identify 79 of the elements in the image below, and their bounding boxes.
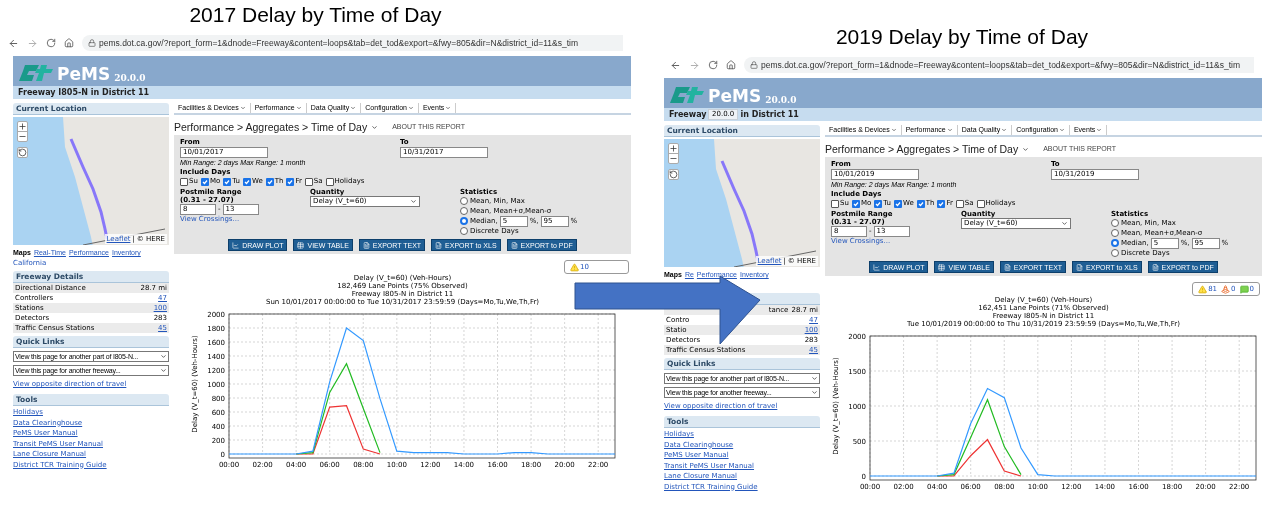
checkbox[interactable] <box>955 199 964 208</box>
reset-icon[interactable] <box>17 147 28 158</box>
checkbox[interactable] <box>893 199 902 208</box>
logo-icon <box>19 63 53 83</box>
checkbox[interactable] <box>874 199 883 208</box>
radio-button[interactable] <box>1111 229 1119 237</box>
caret-icon[interactable] <box>1022 146 1030 153</box>
breadcrumb-title: Performance > Aggregates > Time of Day <box>825 141 1019 157</box>
checkbox[interactable] <box>286 177 295 186</box>
caret-icon <box>1096 127 1103 133</box>
caret-icon <box>946 127 953 133</box>
breadcrumb-title: Performance > Aggregates > Time of Day <box>174 119 368 135</box>
checkbox[interactable] <box>831 199 839 208</box>
freeway-heading: Freeway <box>669 108 707 121</box>
chevron-down-icon <box>410 198 417 205</box>
caret-icon <box>1058 127 1065 133</box>
badge-icon <box>1221 284 1231 294</box>
slide-title: 2017 Delay by Time of Day <box>188 2 443 28</box>
badge-icon <box>1198 284 1208 294</box>
button-icon <box>938 263 946 271</box>
reset-icon[interactable] <box>668 169 679 180</box>
button-icon <box>510 241 518 249</box>
checkbox[interactable] <box>976 199 985 208</box>
radio-button[interactable] <box>460 227 468 235</box>
address-bar[interactable]: pems.dot.ca.gov/?report_form=1&dnode=Freeway&content=loops&tab=det_tod&export=&fwy=805&dir=N&district_id=11&s_tim <box>744 57 1254 73</box>
caret-icon <box>1001 127 1008 133</box>
radio-button[interactable] <box>1111 219 1119 227</box>
checkbox[interactable] <box>937 199 946 208</box>
site-version: 20.0.0 <box>765 95 797 105</box>
button-icon <box>1151 263 1159 271</box>
site-name: PeMS <box>57 65 111 83</box>
radio-button[interactable] <box>1111 239 1119 247</box>
site-name: PeMS <box>708 87 762 105</box>
radio-button[interactable] <box>460 207 468 215</box>
zoom-in-icon[interactable] <box>669 144 678 153</box>
slide-title: 2019 Delay by Time of Day <box>834 24 1090 50</box>
checkbox[interactable] <box>265 177 274 186</box>
address-bar[interactable]: pems.dot.ca.gov/?report_form=1&dnode=Freeway&content=loops&tab=det_tod&export=&fwy=805&dir=N&district_id=11&s_tim <box>82 35 623 51</box>
zoom-in-icon[interactable] <box>18 122 27 131</box>
button-icon <box>232 241 240 249</box>
reload-icon[interactable] <box>46 38 56 48</box>
radio-button[interactable] <box>460 197 468 205</box>
checkbox[interactable] <box>304 177 313 186</box>
button-icon <box>1076 263 1084 271</box>
logo-icon <box>670 85 704 105</box>
radio-button[interactable] <box>460 217 468 225</box>
caret-icon <box>445 105 452 111</box>
radio-button[interactable] <box>1111 249 1119 257</box>
checkbox[interactable] <box>200 177 209 186</box>
freeway-heading: in District 11 <box>740 108 799 121</box>
button-icon <box>1003 263 1011 271</box>
caret-icon <box>295 105 302 111</box>
home-icon[interactable] <box>64 38 74 48</box>
lock-icon <box>88 39 96 47</box>
button-icon <box>435 241 443 249</box>
caret-icon <box>890 127 897 133</box>
caret-icon <box>350 105 357 111</box>
checkbox[interactable] <box>180 177 188 186</box>
caret-icon[interactable] <box>371 124 379 131</box>
back-icon[interactable] <box>670 59 681 71</box>
home-icon[interactable] <box>726 60 736 70</box>
checkbox[interactable] <box>242 177 251 186</box>
badge-icon <box>570 262 580 272</box>
back-icon[interactable] <box>8 37 19 49</box>
freeway-heading: Freeway I805-N in District 11 <box>18 86 150 99</box>
checkbox[interactable] <box>325 177 334 186</box>
caret-icon <box>407 105 414 111</box>
checkbox[interactable] <box>851 199 860 208</box>
caret-icon <box>239 105 246 111</box>
button-icon <box>297 241 305 249</box>
badge-icon <box>1239 284 1249 294</box>
site-version: 20.0.0 <box>114 73 146 83</box>
reload-icon[interactable] <box>708 60 718 70</box>
button-icon <box>362 241 370 249</box>
lock-icon <box>750 61 758 69</box>
checkbox[interactable] <box>916 199 925 208</box>
button-icon <box>873 263 881 271</box>
checkbox[interactable] <box>223 177 232 186</box>
chevron-down-icon <box>1061 220 1068 227</box>
